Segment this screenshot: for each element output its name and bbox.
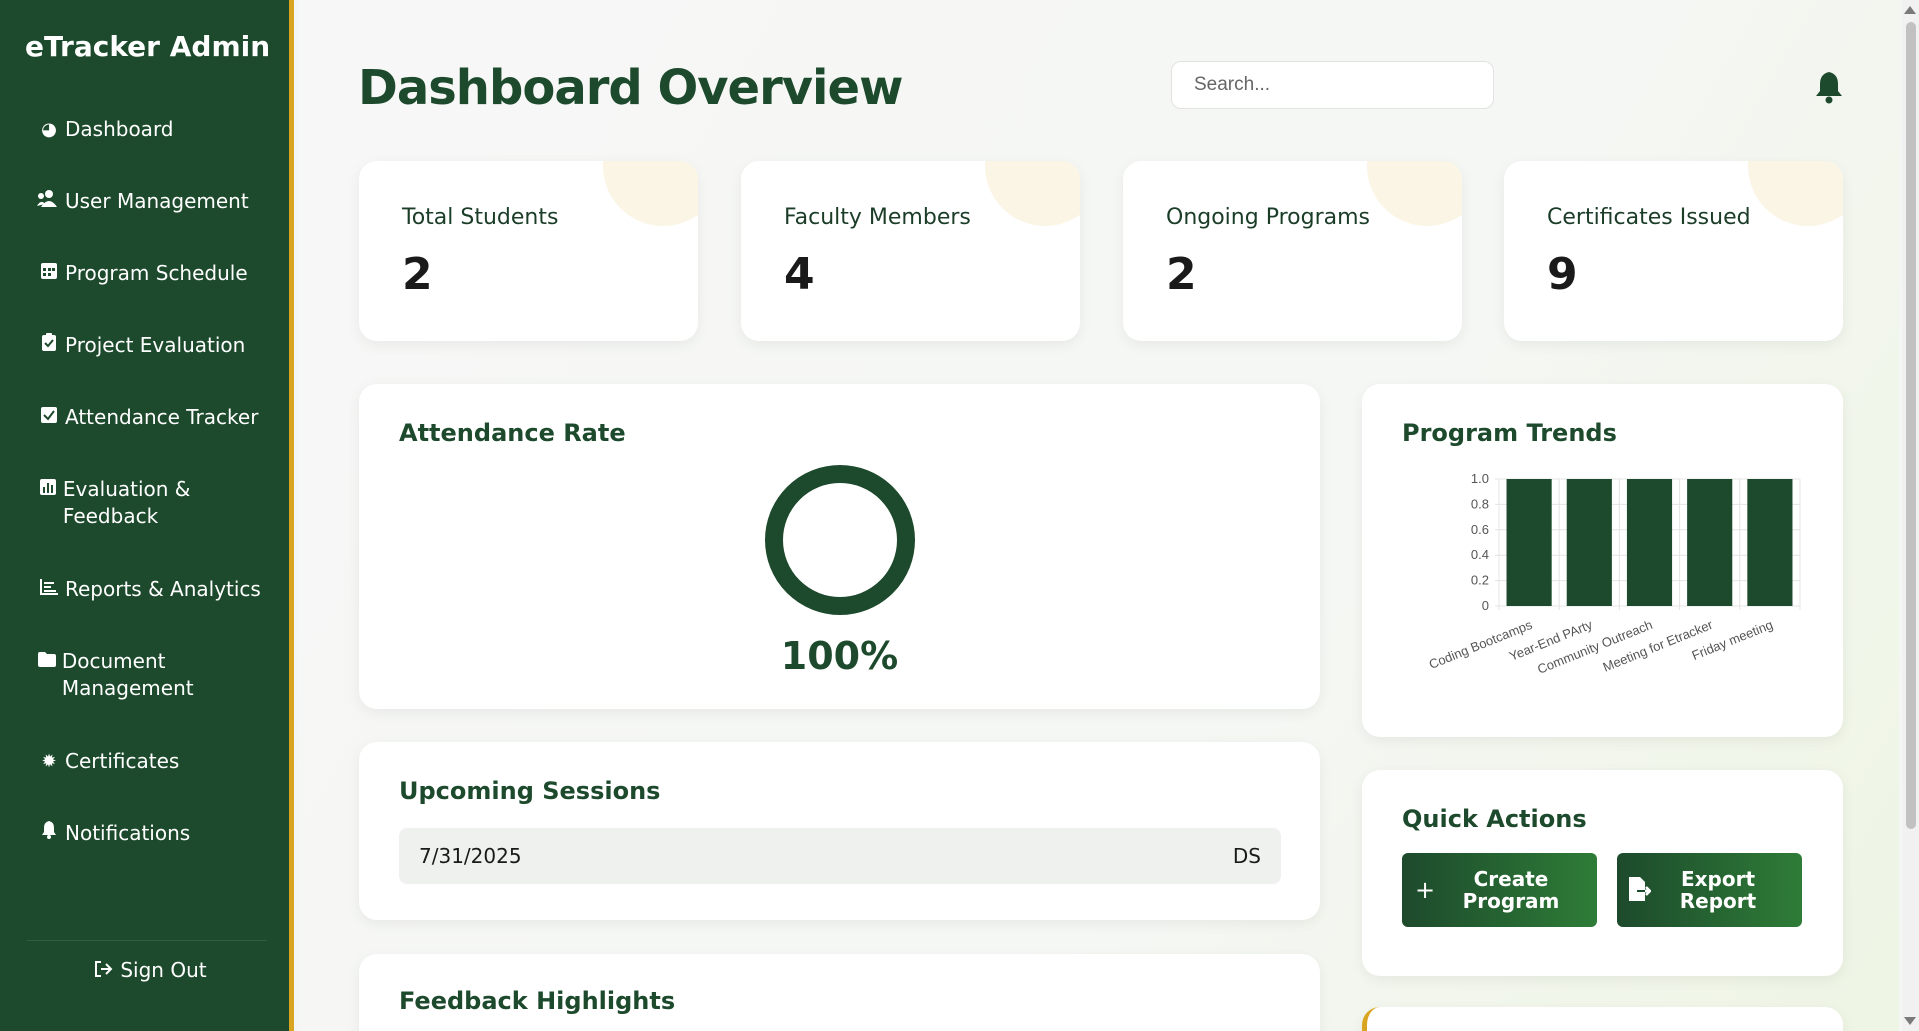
sign-out-icon — [94, 958, 120, 982]
sidebar-item-reports-analytics[interactable]: Reports & Analytics — [37, 576, 272, 603]
session-date: 7/31/2025 — [419, 844, 522, 868]
poll-icon — [37, 476, 59, 503]
sidebar-divider — [27, 940, 267, 941]
sidebar-item-label: Dashboard — [65, 117, 174, 141]
session-row[interactable]: 7/31/2025 DS — [399, 828, 1281, 884]
y-tick-label: 0.6 — [1471, 522, 1489, 537]
stat-value: 2 — [402, 249, 433, 300]
scrollbar-thumb[interactable] — [1906, 22, 1916, 829]
program-trends-chart: 00.20.40.60.81.0Coding BootcampsYear-End… — [1427, 471, 1801, 677]
calendar-icon — [37, 260, 61, 287]
sidebar-item-label: Certificates — [65, 749, 180, 773]
chart-line-icon — [37, 576, 61, 603]
sidebar-item-attendance-tracker[interactable]: Attendance Tracker — [37, 404, 272, 431]
feedback-highlights-card: Feedback Highlights — [359, 954, 1320, 1031]
bell-icon — [37, 820, 61, 847]
y-tick-label: 0.2 — [1471, 573, 1489, 588]
sidebar-item-label: Program Schedule — [65, 261, 248, 285]
stat-card-certificates-issued: Certificates Issued 9 — [1504, 161, 1843, 341]
sidebar-item-label: Project Evaluation — [65, 333, 246, 357]
session-code: DS — [1232, 844, 1261, 868]
chart-bar — [1626, 479, 1673, 606]
card-decoration — [1367, 161, 1462, 226]
chart-bar — [1566, 479, 1612, 606]
stat-card-faculty-members: Faculty Members 4 — [741, 161, 1080, 341]
sidebar-item-document-management[interactable]: Document Management — [37, 648, 272, 702]
certificate-icon: ✹ — [41, 751, 57, 772]
stat-label: Ongoing Programs — [1166, 205, 1370, 230]
stat-card-ongoing-programs: Ongoing Programs 2 — [1123, 161, 1462, 341]
brand-title: eTracker Admin — [25, 30, 271, 63]
stat-label: Faculty Members — [784, 205, 971, 230]
notification-bell-icon[interactable] — [1814, 70, 1844, 104]
sidebar-item-project-evaluation[interactable]: Project Evaluation — [37, 332, 272, 359]
sidebar-item-notifications[interactable]: Notifications — [37, 820, 272, 847]
y-tick-label: 0 — [1482, 598, 1489, 613]
card-decoration — [603, 161, 698, 226]
sign-out-label: Sign Out — [120, 958, 207, 982]
stat-value: 2 — [1166, 249, 1197, 300]
search-input[interactable] — [1171, 61, 1494, 109]
sidebar-item-label: Attendance Tracker — [65, 405, 259, 429]
y-tick-label: 0.4 — [1471, 547, 1489, 562]
attendance-donut — [764, 464, 916, 620]
card-decoration — [1748, 161, 1843, 226]
create-program-button[interactable]: + Create Program — [1402, 853, 1597, 927]
dashboard-gauge-icon: ◕ — [41, 119, 57, 140]
sidebar-item-label: Document Management — [61, 649, 194, 700]
attendance-title: Attendance Rate — [399, 419, 626, 447]
y-tick-label: 0.8 — [1471, 496, 1489, 511]
sidebar-item-certificates[interactable]: ✹ Certificates — [37, 748, 272, 775]
page-title: Dashboard Overview — [358, 60, 903, 116]
chart-bar — [1747, 479, 1793, 606]
sidebar-item-evaluation-feedback[interactable]: Evaluation & Feedback — [37, 476, 272, 530]
quick-actions-title: Quick Actions — [1402, 805, 1587, 833]
sidebar-item-program-schedule[interactable]: Program Schedule — [37, 260, 272, 287]
chart-bar — [1687, 479, 1733, 606]
upcoming-sessions-card: Upcoming Sessions 7/31/2025 DS — [359, 742, 1320, 920]
clipboard-check-icon — [37, 332, 61, 359]
sidebar-item-label: Reports & Analytics — [65, 577, 261, 601]
stat-card-total-students: Total Students 2 — [359, 161, 698, 341]
chart-bar — [1506, 479, 1552, 606]
attendance-percent: 100% — [780, 634, 899, 678]
program-trends-card: Program Trends 0 0.2 0.4 0.6 0.8 1.0 Coding Bo… — [1362, 384, 1843, 737]
users-icon — [37, 188, 61, 215]
sessions-title: Upcoming Sessions — [399, 777, 661, 805]
stat-value: 4 — [784, 249, 815, 300]
scroll-down-arrow-icon[interactable] — [1904, 1017, 1916, 1025]
sidebar-item-user-management[interactable]: User Management — [37, 188, 272, 215]
sign-out-button[interactable]: Sign Out — [94, 958, 207, 982]
stat-label: Certificates Issued — [1547, 205, 1751, 230]
y-tick-label: 1.0 — [1471, 471, 1489, 486]
sidebar-item-dashboard[interactable]: ◕ Dashboard — [37, 116, 272, 143]
folder-icon — [37, 648, 58, 675]
attendance-rate-card: Attendance Rate 100% — [359, 384, 1320, 709]
plus-icon: + — [1414, 876, 1436, 904]
donut-ring — [765, 465, 915, 615]
card-decoration — [985, 161, 1080, 226]
create-program-label: Create Program — [1462, 867, 1560, 913]
export-report-label: Export Report — [1679, 867, 1757, 913]
sidebar: eTracker Admin ◕ Dashboard User Manageme… — [0, 0, 294, 1031]
sidebar-item-label: Notifications — [65, 821, 191, 845]
quick-actions-card: Quick Actions + Create Program Export Re… — [1362, 770, 1843, 976]
next-card-partial — [1362, 1007, 1843, 1031]
stat-value: 9 — [1547, 249, 1578, 300]
stat-label: Total Students — [402, 205, 559, 230]
file-export-icon — [1617, 876, 1663, 904]
feedback-title: Feedback Highlights — [399, 987, 676, 1015]
export-report-button[interactable]: Export Report — [1617, 853, 1802, 927]
sidebar-item-label: User Management — [65, 189, 249, 213]
scroll-up-arrow-icon[interactable] — [1904, 6, 1916, 14]
checkbox-icon — [37, 404, 61, 431]
sidebar-item-label: Evaluation & Feedback — [62, 477, 191, 528]
